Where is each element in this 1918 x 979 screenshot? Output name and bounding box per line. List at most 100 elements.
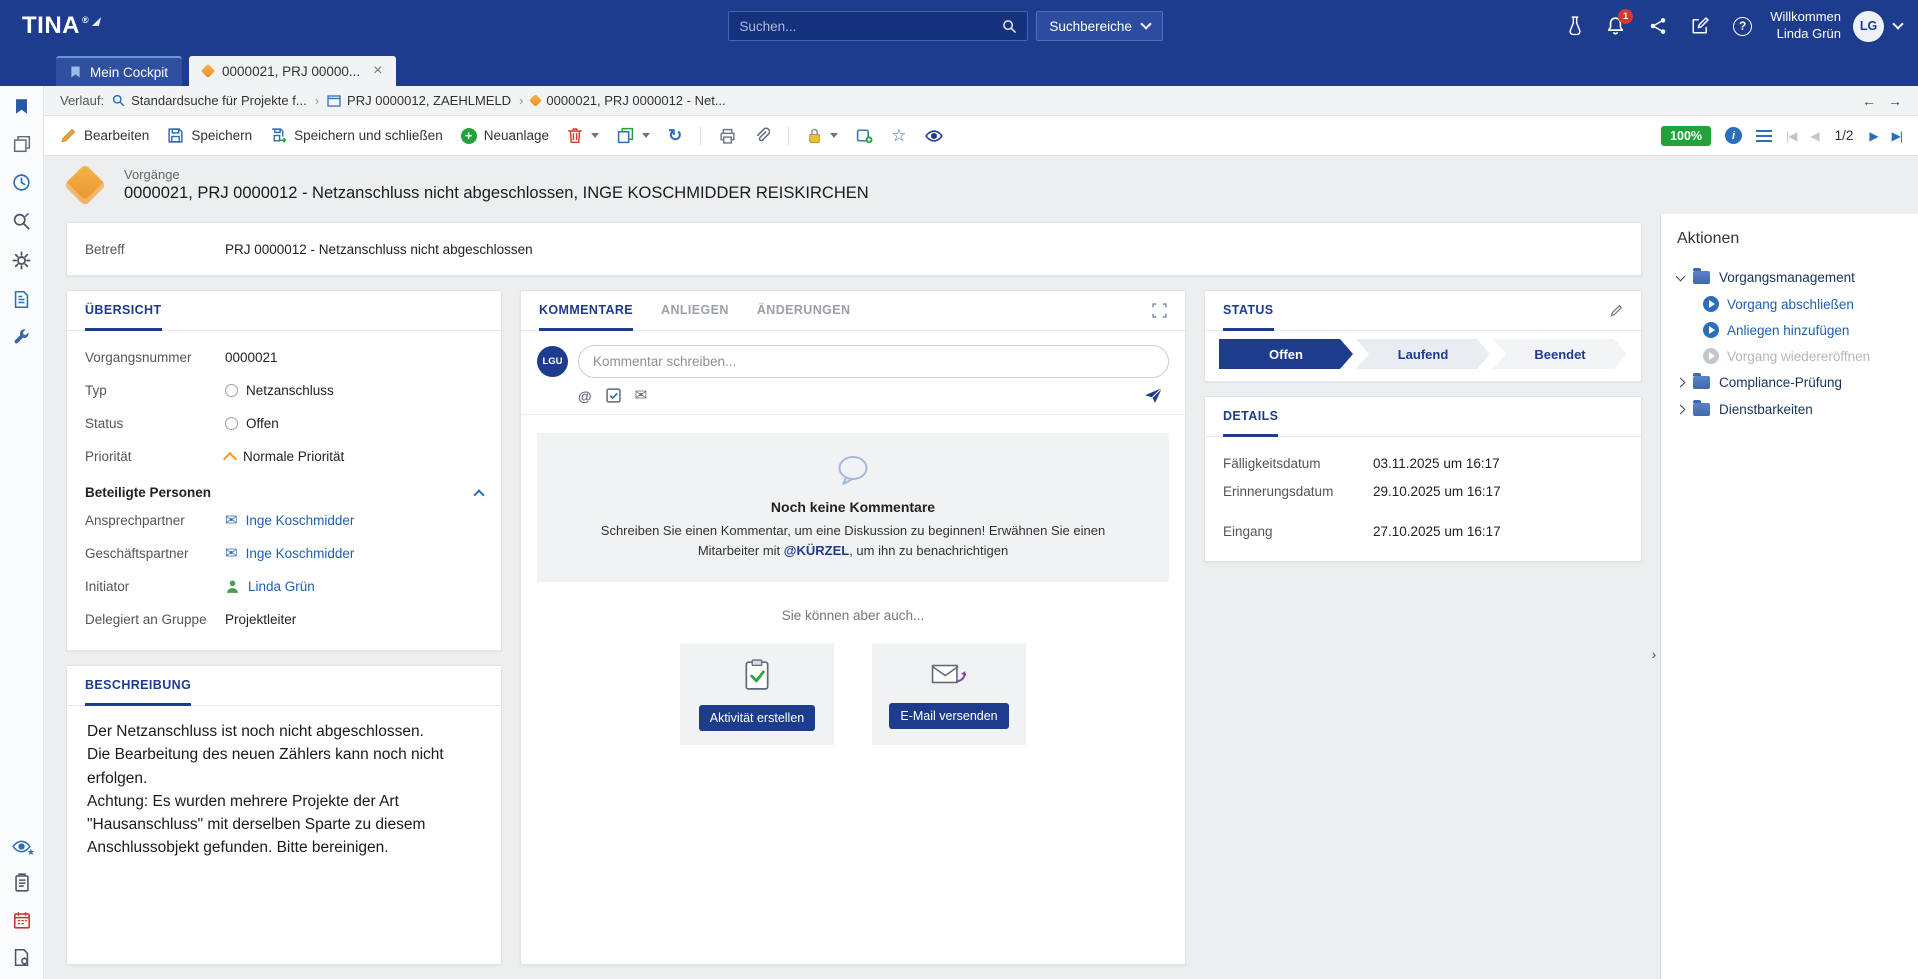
- report-icon[interactable]: [13, 290, 30, 309]
- last-page-button[interactable]: ▶|: [1892, 129, 1902, 143]
- action-group-vorgangsmanagement[interactable]: Vorgangsmanagement: [1677, 264, 1902, 291]
- field-value[interactable]: 0000021: [225, 350, 278, 365]
- chevron-right-icon[interactable]: [1676, 378, 1686, 388]
- history-forward-icon[interactable]: →: [1888, 93, 1902, 109]
- action-vorgang-abschliessen[interactable]: Vorgang abschließen: [1677, 291, 1902, 317]
- eye-star-icon[interactable]: ★: [12, 839, 31, 854]
- doc-gear-icon[interactable]: [13, 948, 30, 967]
- prev-page-button[interactable]: ◀: [1810, 129, 1818, 143]
- status-step-offen[interactable]: Offen: [1219, 339, 1353, 369]
- info-icon[interactable]: i: [1725, 127, 1742, 144]
- send-email-tile[interactable]: E-Mail versenden: [872, 643, 1026, 745]
- tab-mein-cockpit[interactable]: Mein Cockpit: [56, 56, 182, 86]
- add-link-button[interactable]: [856, 127, 873, 144]
- compose-icon[interactable]: [1691, 17, 1709, 35]
- chevron-right-icon[interactable]: [1676, 405, 1686, 415]
- radio-icon[interactable]: [225, 417, 238, 430]
- dropdown-caret-icon[interactable]: [591, 133, 599, 138]
- clipboard-icon[interactable]: [14, 873, 30, 892]
- action-anliegen-hinzufuegen[interactable]: Anliegen hinzufügen: [1677, 317, 1902, 343]
- history-icon[interactable]: [12, 173, 31, 192]
- breadcrumb-item-vorgang[interactable]: 0000021, PRJ 0000012 - Net...: [531, 93, 725, 108]
- expand-icon[interactable]: [1152, 303, 1167, 318]
- close-tab-icon[interactable]: ×: [373, 63, 382, 79]
- create-activity-button[interactable]: Aktivität erstellen: [699, 705, 815, 731]
- tab-details[interactable]: DETAILS: [1223, 397, 1278, 437]
- dropdown-caret-icon[interactable]: [642, 133, 650, 138]
- gear-icon[interactable]: [12, 251, 31, 270]
- collapse-section-icon[interactable]: [473, 489, 484, 500]
- save-button[interactable]: Speichern: [167, 127, 252, 144]
- comment-input[interactable]: [578, 345, 1169, 378]
- favorite-button[interactable]: ☆: [891, 127, 906, 144]
- person-link[interactable]: Inge Koschmidder: [246, 513, 355, 528]
- tab-status[interactable]: STATUS: [1223, 291, 1274, 331]
- action-group-compliance[interactable]: Compliance-Prüfung: [1677, 369, 1902, 396]
- status-step-laufend[interactable]: Laufend: [1356, 339, 1490, 369]
- edit-status-icon[interactable]: [1610, 304, 1623, 317]
- breadcrumb-item-search[interactable]: Standardsuche für Projekte f...: [112, 93, 307, 108]
- field-value[interactable]: 27.10.2025 um 16:17: [1373, 524, 1623, 539]
- field-value[interactable]: 03.11.2025 um 16:17: [1373, 456, 1623, 471]
- breadcrumb-item-project[interactable]: PRJ 0000012, ZAEHLMELD: [327, 93, 511, 108]
- send-email-button[interactable]: E-Mail versenden: [889, 703, 1008, 729]
- edit-button[interactable]: Bearbeiten: [60, 127, 149, 144]
- task-icon[interactable]: [606, 388, 621, 403]
- collapse-panel-icon[interactable]: ›: [1647, 642, 1661, 666]
- tab-vorgang[interactable]: 0000021, PRJ 00000... ×: [189, 56, 396, 86]
- history-back-icon[interactable]: ←: [1862, 93, 1876, 109]
- copy-button[interactable]: [617, 127, 650, 144]
- tab-aenderungen[interactable]: ÄNDERUNGEN: [757, 291, 851, 331]
- first-page-button[interactable]: |◀: [1786, 129, 1796, 143]
- status-step-beendet[interactable]: Beendet: [1493, 339, 1627, 369]
- mail-icon[interactable]: ✉: [225, 513, 238, 528]
- save-close-button[interactable]: Speichern und schließen: [270, 127, 443, 144]
- dropdown-caret-icon[interactable]: [830, 133, 838, 138]
- person-link[interactable]: Inge Koschmidder: [246, 546, 355, 561]
- chevron-down-icon[interactable]: [1676, 272, 1686, 282]
- bookmark-icon[interactable]: [14, 98, 29, 115]
- send-comment-icon[interactable]: [1144, 387, 1163, 404]
- user-menu-chevron-icon[interactable]: [1892, 18, 1903, 29]
- search-input[interactable]: [739, 19, 1002, 34]
- search-edit-icon[interactable]: [12, 212, 31, 231]
- next-page-button[interactable]: ▶: [1869, 129, 1877, 143]
- notifications-bell-icon[interactable]: 1: [1606, 16, 1625, 36]
- lock-button[interactable]: [807, 127, 838, 144]
- person-link[interactable]: Linda Grün: [248, 579, 315, 594]
- wrench-icon[interactable]: [13, 329, 31, 347]
- tab-beschreibung[interactable]: BESCHREIBUNG: [85, 666, 191, 706]
- tab-anliegen[interactable]: ANLIEGEN: [661, 291, 729, 331]
- field-value[interactable]: Netzanschluss: [246, 383, 334, 398]
- global-search-box[interactable]: [728, 11, 1028, 41]
- user-avatar[interactable]: LG: [1853, 11, 1884, 42]
- search-scope-button[interactable]: Suchbereiche: [1036, 11, 1163, 41]
- zoom-badge[interactable]: 100%: [1661, 126, 1711, 146]
- help-icon[interactable]: ?: [1733, 17, 1752, 36]
- windows-icon[interactable]: [13, 135, 31, 153]
- refresh-button[interactable]: ↻: [668, 127, 682, 144]
- mention-icon[interactable]: @: [578, 388, 592, 404]
- watch-button[interactable]: [925, 129, 943, 143]
- field-value[interactable]: Normale Priorität: [243, 449, 344, 464]
- field-value[interactable]: Offen: [246, 416, 279, 431]
- search-icon[interactable]: [1002, 19, 1017, 34]
- description-text[interactable]: Der Netzanschluss ist noch nicht abgesch…: [67, 706, 501, 874]
- print-button[interactable]: [719, 128, 736, 144]
- mail-icon[interactable]: ✉: [635, 388, 648, 403]
- tab-kommentare[interactable]: KOMMENTARE: [539, 291, 633, 331]
- share-icon[interactable]: [1649, 17, 1667, 35]
- radio-icon[interactable]: [225, 384, 238, 397]
- menu-icon[interactable]: [1756, 130, 1772, 142]
- action-group-dienstbarkeiten[interactable]: Dienstbarkeiten: [1677, 396, 1902, 423]
- field-value[interactable]: Projektleiter: [225, 612, 296, 627]
- field-value[interactable]: 29.10.2025 um 16:17: [1373, 484, 1623, 499]
- calendar-icon[interactable]: [13, 911, 31, 929]
- create-activity-tile[interactable]: Aktivität erstellen: [680, 643, 834, 745]
- delete-button[interactable]: [567, 127, 599, 144]
- attachment-button[interactable]: [754, 127, 770, 144]
- new-record-button[interactable]: + Neuanlage: [461, 128, 549, 144]
- vial-icon[interactable]: [1568, 16, 1582, 36]
- subject-value[interactable]: PRJ 0000012 - Netzanschluss nicht abgesc…: [225, 242, 1623, 257]
- mail-icon[interactable]: ✉: [225, 546, 238, 561]
